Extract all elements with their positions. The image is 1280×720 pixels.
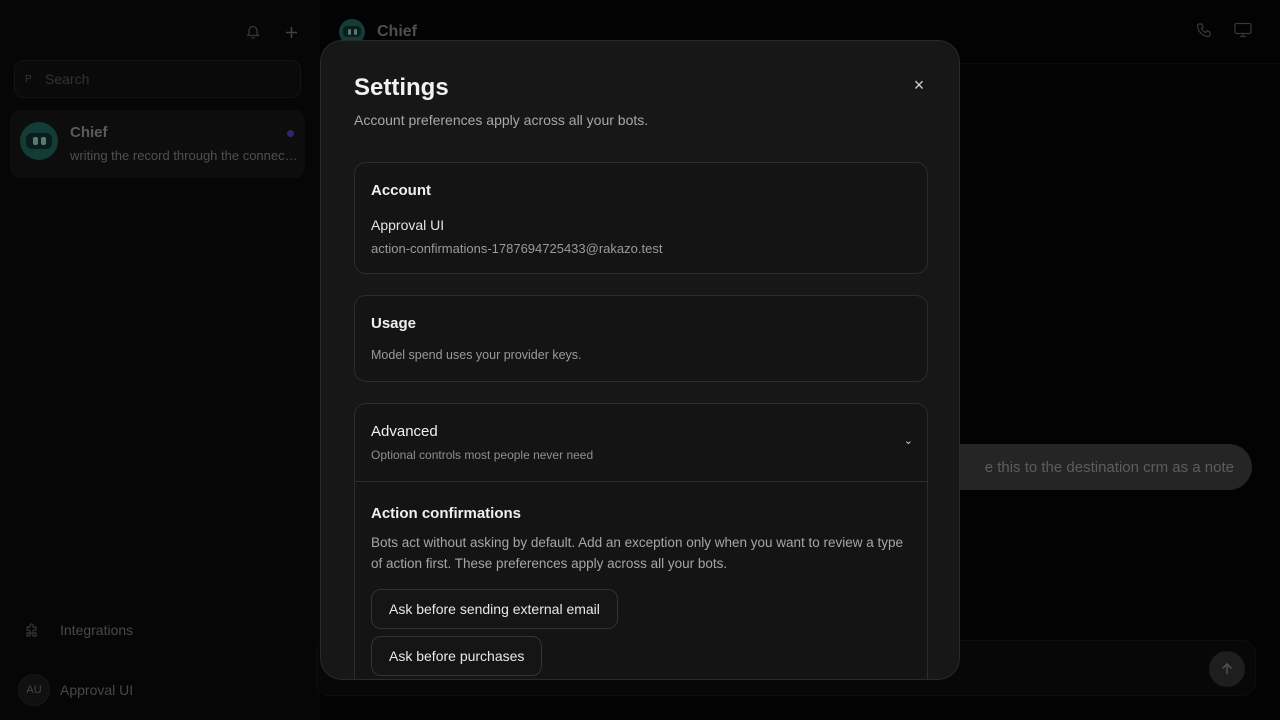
usage-note: Model spend uses your provider keys.	[371, 348, 582, 362]
ask-before-purchases-button[interactable]: Ask before purchases	[371, 636, 543, 676]
modal-title: Settings	[354, 74, 449, 101]
advanced-title: Advanced	[371, 423, 438, 440]
chevron-down-icon: ⌄	[903, 435, 913, 447]
usage-card: Usage Model spend uses your provider key…	[354, 295, 928, 382]
settings-modal: × Settings Account preferences apply acr…	[320, 40, 960, 680]
close-icon[interactable]: ×	[909, 75, 929, 95]
account-name: Approval UI	[371, 217, 445, 233]
ask-before-external-email-button[interactable]: Ask before sending external email	[371, 589, 618, 629]
advanced-subtitle: Optional controls most people never need	[371, 448, 594, 462]
advanced-card: Advanced Optional controls most people n…	[354, 403, 928, 679]
modal-subtitle: Account preferences apply across all you…	[354, 112, 649, 128]
account-card: Account Approval UI action-confirmations…	[354, 162, 928, 274]
action-confirmations-title: Action confirmations	[371, 505, 522, 522]
account-email: action-confirmations-1787694725433@rakaz…	[371, 241, 663, 256]
advanced-toggle[interactable]: Advanced Optional controls most people n…	[355, 404, 927, 482]
usage-title: Usage	[371, 315, 417, 332]
action-confirmations-description: Bots act without asking by default. Add …	[371, 535, 904, 571]
account-title: Account	[371, 182, 431, 199]
